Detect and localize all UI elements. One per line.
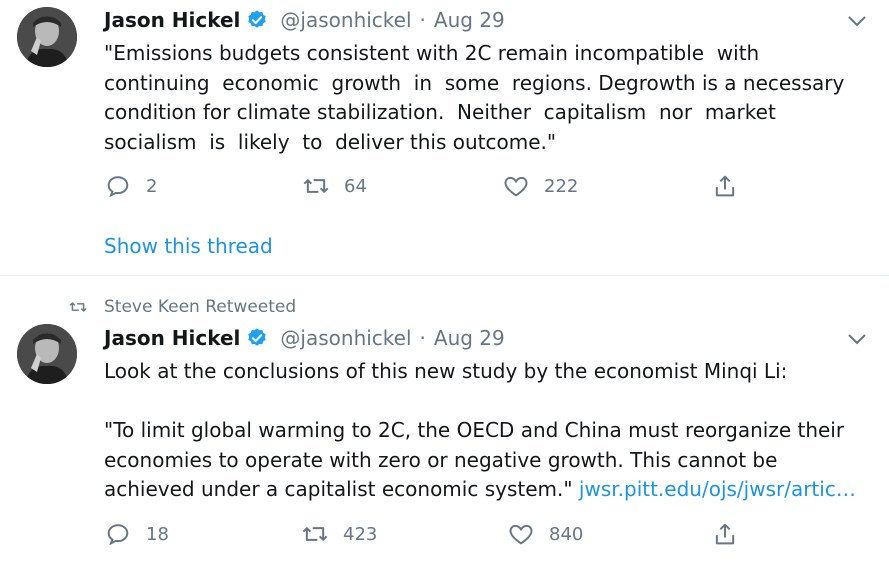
retweet-icon: [303, 179, 329, 193]
separator: ·: [419, 326, 426, 350]
show-thread-link[interactable]: Show this thread: [104, 234, 273, 258]
tweet-date[interactable]: Aug 29: [434, 326, 505, 350]
like-count: 222: [544, 175, 579, 197]
retweet-button[interactable]: 64: [302, 172, 367, 200]
like-button[interactable]: 840: [507, 520, 583, 548]
author-name[interactable]: Jason Hickel: [104, 8, 240, 32]
share-button[interactable]: [711, 172, 739, 200]
verified-badge-icon: [248, 10, 267, 28]
retweet-count: 423: [343, 523, 378, 545]
tweet-date[interactable]: Aug 29: [434, 8, 505, 32]
chevron-down-icon[interactable]: [846, 14, 868, 28]
retweet-context: Steve Keen Retweeted: [68, 297, 296, 317]
author-handle[interactable]: @jasonhickel: [280, 326, 411, 350]
retweeted-by-label[interactable]: Steve Keen Retweeted: [104, 297, 296, 317]
author-name[interactable]: Jason Hickel: [104, 326, 240, 350]
like-button[interactable]: 222: [502, 172, 578, 200]
tweet-2[interactable]: Steve Keen Retweeted Jason Hickel @jason…: [0, 276, 889, 583]
tweet-header: Jason Hickel @jasonhickel · Aug 29: [104, 8, 505, 32]
reply-button[interactable]: 2: [104, 172, 157, 200]
reply-count: 18: [146, 523, 169, 545]
tweet-text: "Emissions budgets consistent with 2C re…: [104, 41, 845, 154]
reply-button[interactable]: 18: [104, 520, 169, 548]
author-avatar[interactable]: [17, 324, 77, 384]
separator: ·: [419, 8, 426, 32]
heart-icon: [504, 176, 528, 197]
share-icon: [715, 523, 735, 545]
tweet-actions: 18 423 840: [104, 520, 764, 550]
tweet-text: Look at the conclusions of this new stud…: [104, 357, 874, 505]
retweet-button[interactable]: 423: [301, 520, 377, 548]
reply-icon: [107, 524, 129, 546]
retweet-count: 64: [344, 175, 367, 197]
like-count: 840: [549, 523, 584, 545]
tweet-header: Jason Hickel @jasonhickel · Aug 29: [104, 326, 505, 350]
verified-badge-icon: [248, 328, 267, 346]
author-handle[interactable]: @jasonhickel: [280, 8, 411, 32]
tweet-actions: 2 64 222: [104, 172, 764, 202]
reply-count: 2: [146, 175, 158, 197]
heart-icon: [509, 524, 533, 545]
retweet-icon: [69, 302, 87, 312]
share-icon: [715, 175, 735, 197]
retweet-icon: [302, 527, 328, 541]
share-button[interactable]: [711, 520, 739, 548]
chevron-down-icon[interactable]: [846, 332, 868, 346]
author-avatar[interactable]: [17, 7, 77, 67]
article-link[interactable]: jwsr.pitt.edu/ojs/jwsr/artic…: [579, 477, 856, 501]
reply-icon: [107, 176, 129, 198]
tweet-1[interactable]: Jason Hickel @jasonhickel · Aug 29 "Emis…: [0, 0, 889, 275]
